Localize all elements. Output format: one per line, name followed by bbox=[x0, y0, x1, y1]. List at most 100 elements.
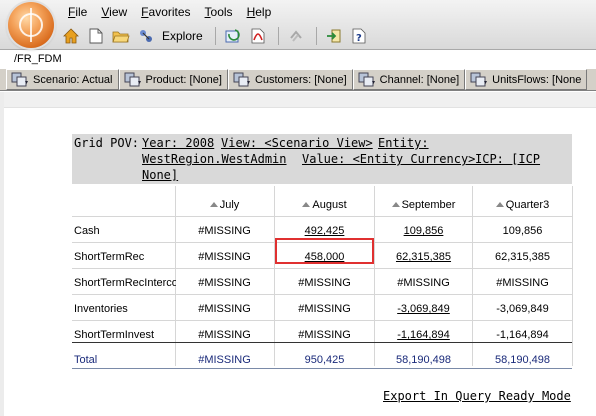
table-row: ShortTermInvest #MISSING #MISSING -1,164… bbox=[72, 322, 572, 348]
toolbar-separator bbox=[214, 27, 216, 45]
column-header-label: August bbox=[312, 199, 347, 211]
cell-value: 58,190,498 bbox=[395, 354, 452, 366]
dimension-icon bbox=[11, 72, 29, 87]
highlight-box bbox=[275, 238, 374, 264]
cell-value-link[interactable]: -3,069,849 bbox=[374, 296, 473, 322]
toolbar-separator bbox=[315, 27, 317, 45]
cell-value: #MISSING bbox=[198, 354, 251, 366]
home-icon[interactable] bbox=[62, 27, 80, 45]
dimension-icon bbox=[358, 72, 376, 87]
toolbar: Explore ? bbox=[62, 26, 375, 46]
explore-icon[interactable] bbox=[137, 27, 155, 45]
row-label: ShortTermRec bbox=[74, 251, 145, 263]
column-header-label: July bbox=[219, 199, 240, 211]
dimension-customers-label: Customers: [None] bbox=[254, 73, 347, 86]
column-header-label: September bbox=[401, 199, 456, 211]
column-header-quarter3[interactable]: Quarter3 bbox=[473, 192, 572, 218]
pov-entity-link[interactable]: Entity: bbox=[378, 135, 429, 151]
row-label: ShortTermInvest bbox=[74, 329, 155, 341]
column-header-august[interactable]: August bbox=[275, 192, 374, 218]
dimension-channel-label: Channel: [None] bbox=[379, 73, 460, 86]
menu-bar: File View Favorites Tools Help bbox=[68, 5, 285, 21]
app-header: File View Favorites Tools Help Explore ? bbox=[0, 0, 596, 50]
cell-value-link[interactable]: -1,164,894 bbox=[374, 322, 473, 348]
cell-value: 58,190,498 bbox=[494, 354, 551, 366]
dimension-product-label: Product: [None] bbox=[145, 73, 222, 86]
app-orb-logo[interactable] bbox=[8, 2, 54, 48]
explore-button[interactable]: Explore bbox=[162, 29, 203, 43]
row-label: ShortTermRecInterco bbox=[74, 277, 176, 289]
total-row: Total #MISSING 950,425 58,190,498 58,190… bbox=[72, 347, 572, 373]
menu-favorites[interactable]: Favorites bbox=[141, 5, 190, 21]
grid-header-row: July August September Quarter3 bbox=[72, 192, 572, 218]
cell-value: 62,315,385 bbox=[494, 251, 551, 263]
sync-icon[interactable] bbox=[287, 27, 305, 45]
document-path: /FR_FDM bbox=[14, 53, 62, 65]
dimension-icon bbox=[470, 72, 488, 87]
toolbar-separator bbox=[277, 27, 279, 45]
grid-pov-label: Grid POV: bbox=[74, 136, 140, 150]
cell-value: #MISSING bbox=[298, 277, 351, 289]
sort-triangle-icon bbox=[209, 202, 218, 207]
cell-value: -3,069,849 bbox=[496, 303, 549, 315]
grid-divider bbox=[572, 186, 573, 366]
cell-value: #MISSING bbox=[198, 329, 251, 341]
dimension-icon bbox=[233, 72, 251, 87]
logout-icon[interactable] bbox=[325, 27, 343, 45]
dimension-unitsflows[interactable]: UnitsFlows: [None bbox=[465, 69, 588, 90]
dimension-channel[interactable]: Channel: [None] bbox=[352, 69, 466, 90]
dimension-unitsflows-label: UnitsFlows: [None bbox=[492, 73, 582, 86]
pov-dimension-bar: Scenario: Actual Product: [None] Custome… bbox=[0, 68, 596, 91]
refresh-icon[interactable] bbox=[224, 27, 242, 45]
menu-help[interactable]: Help bbox=[247, 5, 272, 21]
dimension-scenario[interactable]: Scenario: Actual bbox=[6, 69, 119, 90]
pov-year-link[interactable]: Year: 2008 bbox=[142, 135, 214, 151]
column-header-september[interactable]: September bbox=[374, 192, 473, 218]
help-icon[interactable]: ? bbox=[350, 27, 368, 45]
dimension-product[interactable]: Product: [None] bbox=[118, 69, 228, 90]
pov-entity-link-cont[interactable]: WestRegion.WestAdmin bbox=[142, 151, 287, 167]
new-document-icon[interactable] bbox=[87, 27, 105, 45]
cell-value: #MISSING bbox=[198, 225, 251, 237]
sort-triangle-icon bbox=[391, 202, 400, 207]
row-label: Inventories bbox=[74, 303, 128, 315]
pov-view-link[interactable]: View: <Scenario View> bbox=[221, 135, 373, 151]
table-row: ShortTermRecInterco #MISSING #MISSING #M… bbox=[72, 270, 572, 296]
cell-value: #MISSING bbox=[298, 303, 351, 315]
column-header-july[interactable]: July bbox=[175, 192, 274, 218]
menu-file[interactable]: File bbox=[68, 5, 87, 21]
dimension-scenario-label: Scenario: Actual bbox=[33, 73, 113, 86]
pdf-icon[interactable] bbox=[249, 27, 267, 45]
cell-value: -1,164,894 bbox=[496, 329, 549, 341]
orb-spoke bbox=[30, 8, 32, 42]
cell-value: 950,425 bbox=[304, 354, 345, 366]
cell-value: #MISSING bbox=[198, 303, 251, 315]
sort-triangle-icon bbox=[302, 202, 311, 207]
cell-value: #MISSING bbox=[397, 277, 450, 289]
cell-value: #MISSING bbox=[198, 277, 251, 289]
cell-value-link[interactable]: 109,856 bbox=[374, 218, 473, 244]
table-row: Inventories #MISSING #MISSING -3,069,849… bbox=[72, 296, 572, 322]
sort-triangle-icon bbox=[495, 202, 504, 207]
content-left-gutter bbox=[0, 92, 4, 416]
column-header-label: Quarter3 bbox=[505, 199, 550, 211]
row-label: Cash bbox=[74, 225, 100, 237]
open-folder-icon[interactable] bbox=[112, 27, 130, 45]
row-label: Total bbox=[74, 354, 98, 366]
cell-value-link[interactable]: 62,315,385 bbox=[374, 244, 473, 270]
export-query-ready-link[interactable]: Export In Query Ready Mode bbox=[383, 389, 571, 403]
svg-text:?: ? bbox=[356, 33, 362, 44]
cell-value: #MISSING bbox=[198, 251, 251, 263]
pov-icp-link[interactable]: ICP: [ICP bbox=[475, 151, 540, 167]
cell-value: #MISSING bbox=[298, 329, 351, 341]
dimension-customers[interactable]: Customers: [None] bbox=[227, 69, 353, 90]
cell-value: 109,856 bbox=[502, 225, 543, 237]
content-top-gutter bbox=[0, 92, 596, 108]
menu-tools[interactable]: Tools bbox=[205, 5, 233, 21]
cell-value: #MISSING bbox=[496, 277, 549, 289]
pov-icp-link-cont[interactable]: None] bbox=[142, 167, 178, 183]
pov-value-link[interactable]: Value: <Entity Currency> bbox=[302, 151, 475, 167]
menu-view[interactable]: View bbox=[101, 5, 127, 21]
grid-pov-panel: Grid POV: Year: 2008 View: <Scenario Vie… bbox=[72, 134, 572, 184]
dimension-icon bbox=[124, 72, 142, 87]
